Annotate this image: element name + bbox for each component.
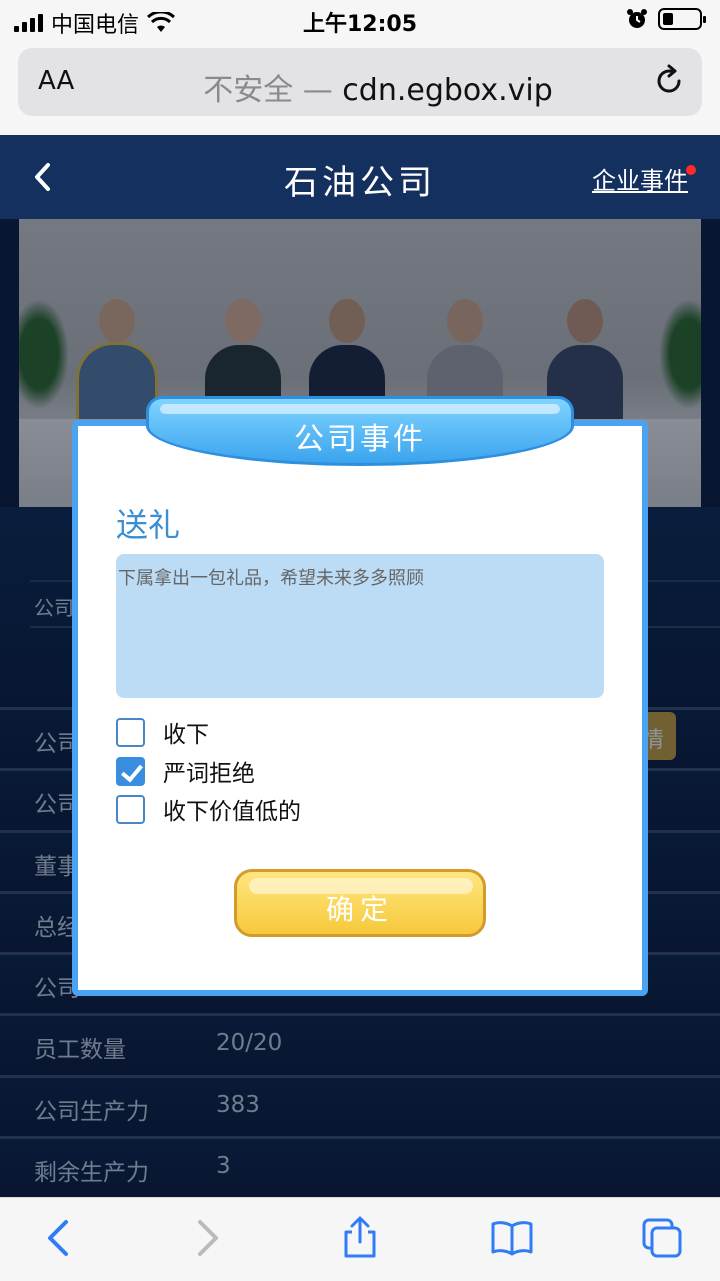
option-accept[interactable]: 收下 [116, 717, 209, 748]
option-refuse[interactable]: 严词拒绝 [116, 756, 255, 787]
url-display[interactable]: 不安全 — cdn.egbox.vip [18, 65, 720, 109]
modal-title: 公司事件 [294, 422, 426, 457]
option-label: 严词拒绝 [163, 761, 255, 787]
checkbox-accept[interactable] [116, 717, 145, 747]
browser-toolbar [0, 1197, 720, 1281]
checkbox-refuse[interactable] [116, 756, 145, 786]
insecure-label: 不安全 — [203, 73, 333, 108]
status-right [626, 8, 706, 30]
tabs-icon[interactable] [640, 1216, 684, 1260]
share-icon[interactable] [338, 1216, 382, 1260]
domain-label: cdn.egbox.vip [342, 73, 553, 108]
bookmarks-icon[interactable] [490, 1216, 534, 1260]
confirm-label: 确定 [325, 893, 394, 926]
reload-icon[interactable] [652, 64, 686, 98]
nav-back-icon[interactable] [36, 1216, 80, 1260]
browser-chrome: AA 不安全 — cdn.egbox.vip [0, 40, 720, 135]
address-bar[interactable]: AA 不安全 — cdn.egbox.vip [18, 48, 702, 116]
option-label: 收下 [163, 722, 209, 748]
battery-icon [658, 8, 706, 30]
events-link[interactable]: 企业事件 [592, 161, 688, 196]
app-header: 石油公司 企业事件 [0, 135, 720, 219]
option-label: 收下价值低的 [163, 799, 301, 825]
event-description: 下属拿出一包礼品，希望未来多多照顾 [116, 554, 604, 698]
event-title: 送礼 [116, 506, 181, 544]
status-bar: 中国电信 上午12:05 [0, 0, 720, 40]
status-time: 上午12:05 [302, 12, 418, 37]
checkbox-accept-cheap[interactable] [116, 794, 145, 824]
nav-forward-icon[interactable] [186, 1216, 230, 1260]
confirm-button[interactable]: 确定 [234, 869, 486, 937]
option-accept-cheap[interactable]: 收下价值低的 [116, 794, 301, 825]
notification-dot-icon [686, 165, 696, 175]
alarm-icon [627, 9, 647, 28]
modal-ribbon: 公司事件 [146, 396, 574, 466]
